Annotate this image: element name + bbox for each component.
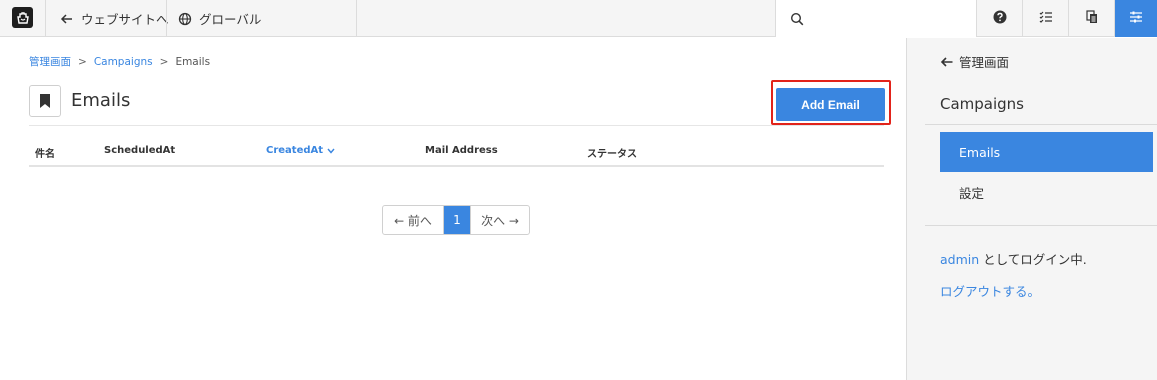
divider — [925, 225, 1157, 226]
arrow-left-icon — [940, 55, 954, 69]
sidebar-item-emails[interactable]: Emails — [940, 132, 1153, 172]
pagination-next[interactable]: 次へ → — [470, 206, 529, 234]
back-to-website-link[interactable]: ウェブサイトへ — [60, 0, 169, 37]
arrow-left-icon — [60, 12, 74, 26]
breadcrumb-campaigns[interactable]: Campaigns — [94, 56, 153, 68]
add-email-button[interactable]: Add Email — [776, 88, 885, 121]
bookmark-icon — [29, 85, 61, 117]
breadcrumb: 管理画面 > Campaigns > Emails — [29, 56, 211, 68]
pagination-page-current[interactable]: 1 — [444, 206, 470, 234]
divider — [45, 0, 46, 37]
login-status-text: としてログイン中. — [979, 252, 1087, 267]
global-label: グローバル — [199, 12, 262, 27]
pagination-prev[interactable]: ← 前へ — [383, 206, 444, 234]
login-status: admin としてログイン中. — [940, 249, 1087, 268]
column-header-mail-address[interactable]: Mail Address — [425, 145, 498, 156]
breadcrumb-admin[interactable]: 管理画面 — [29, 56, 71, 68]
help-button[interactable] — [976, 0, 1022, 37]
column-header-subject[interactable]: 件名 — [35, 145, 55, 160]
table-header-divider — [29, 165, 884, 167]
column-header-status[interactable]: ステータス — [587, 145, 637, 160]
search-input[interactable] — [812, 3, 972, 34]
checklist-button[interactable] — [1022, 0, 1068, 37]
pagination: ← 前へ 1 次へ → — [382, 205, 530, 235]
column-header-scheduledat[interactable]: ScheduledAt — [104, 145, 175, 156]
sidebar-item-settings[interactable]: 設定 — [940, 172, 1153, 212]
page-title: Emails — [71, 90, 131, 111]
sliders-icon — [1129, 9, 1143, 28]
checklist-icon — [1039, 9, 1053, 28]
sidebar-back-label: 管理画面 — [959, 55, 1010, 70]
search-box — [775, 0, 976, 37]
breadcrumb-current: Emails — [175, 56, 211, 68]
logout-link[interactable]: ログアウトする。 — [940, 281, 1040, 300]
column-header-createdat[interactable]: CreatedAt — [266, 145, 335, 156]
chevron-down-icon — [327, 148, 335, 154]
sidebar-heading: Campaigns — [940, 95, 1025, 113]
sidebar-item-label: Emails — [959, 144, 1001, 160]
column-header-createdat-label: CreatedAt — [266, 145, 324, 156]
divider — [29, 125, 884, 126]
logo-icon[interactable] — [12, 7, 33, 28]
pages-button[interactable] — [1068, 0, 1114, 37]
sidebar-item-label: 設定 — [959, 185, 985, 201]
login-user-link[interactable]: admin — [940, 252, 979, 267]
divider — [925, 124, 1157, 125]
help-icon — [993, 9, 1007, 28]
sidebar-back-link[interactable]: 管理画面 — [940, 52, 1009, 71]
global-link[interactable]: グローバル — [178, 0, 261, 37]
settings-button[interactable] — [1114, 0, 1157, 37]
back-to-website-label: ウェブサイトへ — [81, 12, 169, 27]
search-icon — [790, 12, 804, 26]
globe-icon — [178, 12, 192, 26]
document-icon — [1085, 9, 1099, 28]
top-bar: ウェブサイトへ グローバル — [0, 0, 1157, 37]
right-sidebar: 管理画面 Campaigns Emails 設定 admin としてログイン中.… — [906, 38, 1157, 380]
divider — [356, 0, 357, 37]
divider — [166, 0, 167, 37]
